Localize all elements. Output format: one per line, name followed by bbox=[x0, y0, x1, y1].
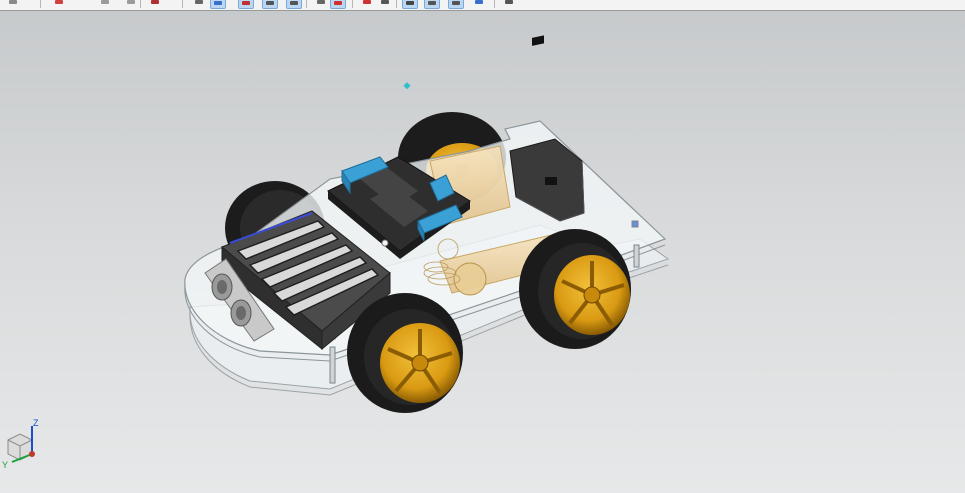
toolbar-separator bbox=[494, 0, 495, 8]
point-icon[interactable] bbox=[330, 0, 346, 9]
y-axis-label: Y bbox=[2, 460, 8, 470]
snap-icon[interactable] bbox=[314, 0, 328, 8]
robot-car-model[interactable] bbox=[0, 11, 965, 493]
toolbar bbox=[0, 0, 965, 11]
toolbar-separator bbox=[140, 0, 141, 8]
front-left-wheel bbox=[347, 293, 463, 413]
extend-icon[interactable] bbox=[448, 0, 464, 9]
undo-icon[interactable] bbox=[6, 0, 20, 8]
rotate-icon[interactable] bbox=[402, 0, 418, 9]
z-axis-label: Z bbox=[33, 418, 39, 428]
back-arrow-icon[interactable] bbox=[98, 0, 112, 8]
curve-icon[interactable] bbox=[262, 0, 278, 9]
view-cube-icon[interactable] bbox=[210, 0, 226, 9]
select-icon[interactable] bbox=[238, 0, 254, 9]
toolbar-separator bbox=[40, 0, 41, 8]
forward-arrow-icon[interactable] bbox=[124, 0, 138, 8]
arrow-left-icon[interactable] bbox=[472, 0, 486, 8]
orientation-triad[interactable]: Z Y bbox=[2, 416, 46, 478]
toolbar-separator bbox=[182, 0, 183, 8]
toolbar-separator bbox=[306, 0, 307, 8]
sphere-icon[interactable] bbox=[192, 0, 206, 8]
arc-icon[interactable] bbox=[378, 0, 392, 8]
toolbar-separator bbox=[352, 0, 353, 8]
origin-marker bbox=[403, 82, 411, 90]
pointer-icon[interactable] bbox=[286, 0, 302, 9]
3d-viewport[interactable]: Z Y bbox=[0, 11, 965, 493]
front-right-wheel bbox=[519, 229, 631, 349]
toolbar-separator bbox=[396, 0, 397, 8]
new-file-icon[interactable] bbox=[52, 0, 66, 8]
marker-icon[interactable] bbox=[360, 0, 374, 8]
line-icon[interactable] bbox=[424, 0, 440, 9]
measure-icon[interactable] bbox=[148, 0, 162, 8]
orient-icon[interactable] bbox=[502, 0, 516, 8]
